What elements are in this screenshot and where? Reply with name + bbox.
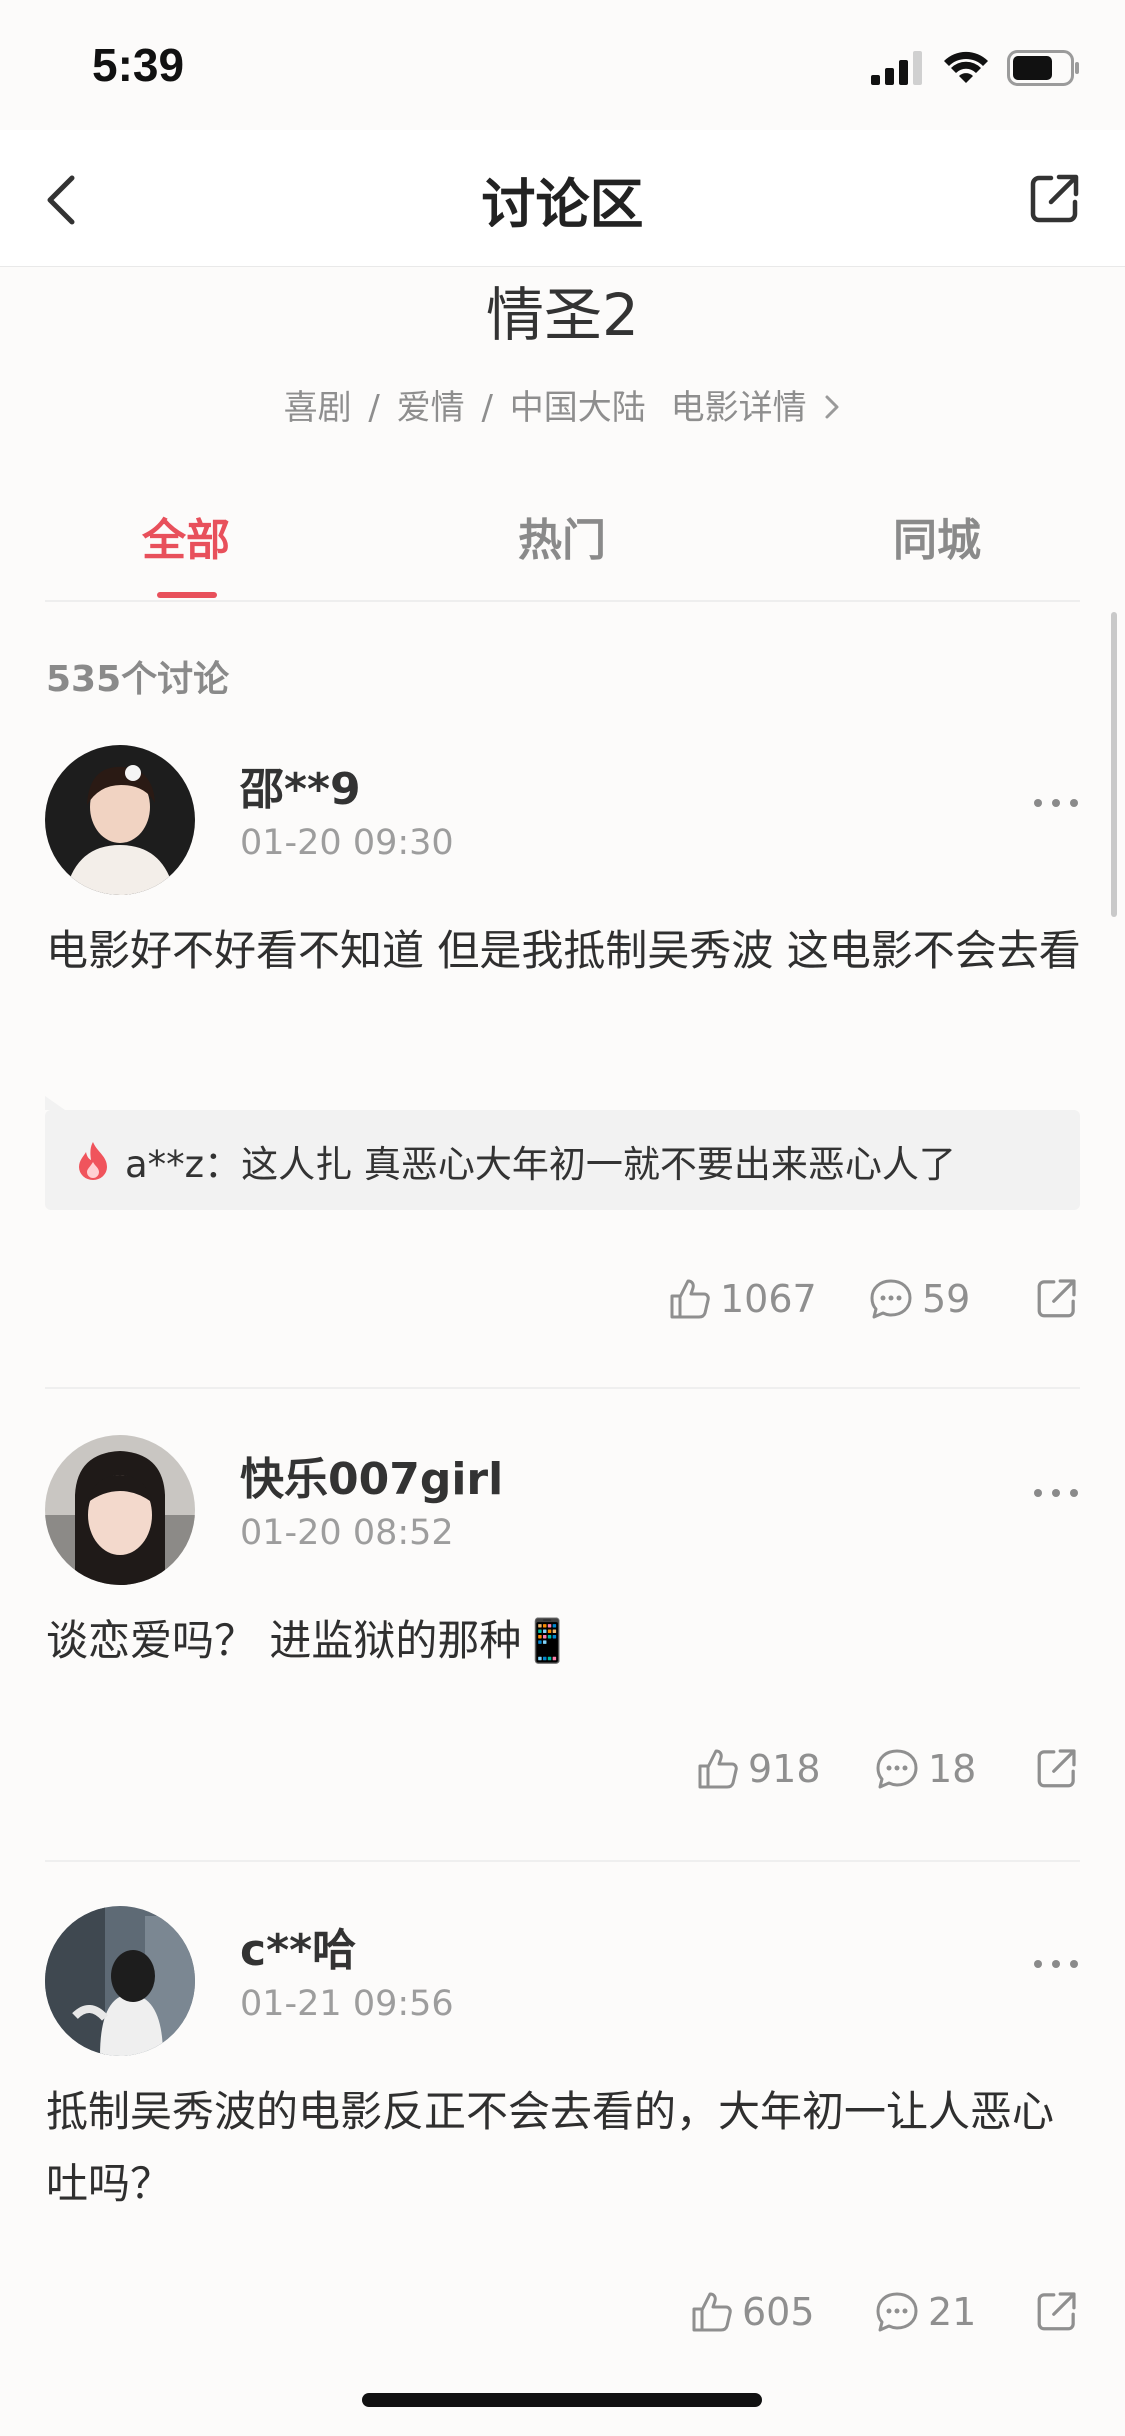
avatar-image bbox=[45, 1435, 195, 1585]
username[interactable]: 邵**9 bbox=[240, 753, 361, 817]
active-tab-indicator bbox=[157, 592, 217, 598]
post-content[interactable]: 谈恋爱吗？ 进监狱的那种📱 bbox=[46, 1605, 1086, 1677]
ellipsis-icon bbox=[1034, 1960, 1078, 1968]
share-icon bbox=[1037, 1749, 1076, 1788]
post-time: 01-21 09:56 bbox=[240, 1984, 454, 2024]
avatar[interactable] bbox=[45, 745, 195, 895]
like-button[interactable]: 605 bbox=[690, 2290, 815, 2334]
avatar[interactable] bbox=[45, 1435, 195, 1585]
share-button[interactable] bbox=[1029, 172, 1085, 228]
reply-notch bbox=[45, 1096, 65, 1110]
thumbs-up-icon bbox=[698, 1749, 738, 1789]
post-actions: 918 18 bbox=[0, 1747, 1125, 1807]
more-options-button[interactable] bbox=[1032, 1954, 1080, 1974]
share-icon bbox=[1037, 1279, 1076, 1318]
wifi-icon bbox=[944, 51, 988, 83]
avatar-image bbox=[45, 1906, 195, 2056]
flame-icon bbox=[79, 1142, 107, 1180]
more-options-button[interactable] bbox=[1032, 1483, 1080, 1503]
like-count: 918 bbox=[748, 1747, 821, 1791]
like-button[interactable]: 1067 bbox=[668, 1277, 817, 1321]
share-post-button[interactable] bbox=[1036, 1277, 1078, 1319]
reply-body: 这人扎 真恶心大年初一就不要出来恶心人了 bbox=[241, 1143, 956, 1186]
tab-bar: 全部 热门 同城 bbox=[45, 500, 1080, 602]
tab-local[interactable]: 同城 bbox=[893, 504, 981, 568]
comment-button[interactable]: 18 bbox=[874, 1747, 976, 1791]
like-button[interactable]: 918 bbox=[696, 1747, 821, 1791]
post-actions: 605 21 bbox=[0, 2290, 1125, 2350]
ellipsis-icon bbox=[1034, 1489, 1078, 1497]
ellipsis-icon bbox=[1034, 799, 1078, 807]
more-options-button[interactable] bbox=[1032, 793, 1080, 813]
movie-title: 情圣2 bbox=[486, 281, 639, 349]
share-icon bbox=[1037, 2292, 1076, 2331]
post-content[interactable]: 电影好不好看不知道 但是我抵制吴秀波 这电影不会去看 bbox=[46, 915, 1086, 987]
comment-count: 18 bbox=[928, 1747, 977, 1791]
reply-username: a**z bbox=[125, 1143, 205, 1186]
post-time: 01-20 08:52 bbox=[240, 1513, 454, 1553]
divider bbox=[45, 1387, 1080, 1389]
username[interactable]: c**哈 bbox=[240, 1914, 356, 1978]
comment-count: 21 bbox=[928, 2290, 977, 2334]
like-count: 605 bbox=[742, 2290, 815, 2334]
chevron-right-icon bbox=[825, 395, 839, 419]
username[interactable]: 快乐007girl bbox=[240, 1443, 503, 1507]
avatar-image bbox=[45, 745, 195, 895]
post-time: 01-20 09:30 bbox=[240, 823, 454, 863]
tab-hot[interactable]: 热门 bbox=[518, 504, 606, 568]
share-post-button[interactable] bbox=[1036, 2290, 1078, 2332]
cellular-signal-icon bbox=[871, 51, 922, 85]
scrollbar[interactable] bbox=[1111, 612, 1117, 917]
hot-reply-text: a**z：这人扎 真恶心大年初一就不要出来恶心人了 bbox=[125, 1134, 956, 1188]
genre-romance: 爱情 bbox=[396, 388, 465, 428]
status-icons bbox=[871, 48, 1081, 88]
comment-button[interactable]: 59 bbox=[868, 1277, 970, 1321]
share-post-button[interactable] bbox=[1036, 1747, 1078, 1789]
share-icon bbox=[1030, 174, 1079, 223]
genre-comedy: 喜剧 bbox=[283, 388, 352, 428]
thumbs-up-icon bbox=[692, 2292, 732, 2332]
battery-icon bbox=[1007, 50, 1079, 86]
page-title: 讨论区 bbox=[481, 173, 644, 236]
reply-separator: ： bbox=[204, 1143, 242, 1186]
status-time: 5:39 bbox=[92, 39, 185, 91]
region-label: 中国大陆 bbox=[509, 388, 646, 428]
comment-bubble-icon bbox=[876, 2292, 918, 2332]
movie-meta: 喜剧 / 爱情 / 中国大陆 电影详情 bbox=[0, 380, 1125, 429]
discussion-count: 535个讨论 bbox=[46, 659, 230, 700]
comment-bubble-icon bbox=[876, 1749, 918, 1789]
tab-all[interactable]: 全部 bbox=[142, 504, 230, 568]
comment-button[interactable]: 21 bbox=[874, 2290, 976, 2334]
movie-details-link[interactable]: 电影详情 bbox=[671, 388, 842, 428]
post-actions: 1067 59 bbox=[0, 1277, 1125, 1337]
like-count: 1067 bbox=[720, 1277, 817, 1321]
avatar[interactable] bbox=[45, 1906, 195, 2056]
hot-reply[interactable]: a**z：这人扎 真恶心大年初一就不要出来恶心人了 bbox=[45, 1096, 1080, 1210]
post-content[interactable]: 抵制吴秀波的电影反正不会去看的，大年初一让人恶心吐吗？ bbox=[46, 2076, 1086, 2220]
movie-details-label: 电影详情 bbox=[670, 388, 807, 428]
home-indicator[interactable] bbox=[362, 2393, 762, 2407]
comment-count: 59 bbox=[922, 1277, 971, 1321]
comment-bubble-icon bbox=[870, 1279, 912, 1319]
thumbs-up-icon bbox=[670, 1279, 710, 1319]
divider bbox=[45, 1860, 1080, 1862]
